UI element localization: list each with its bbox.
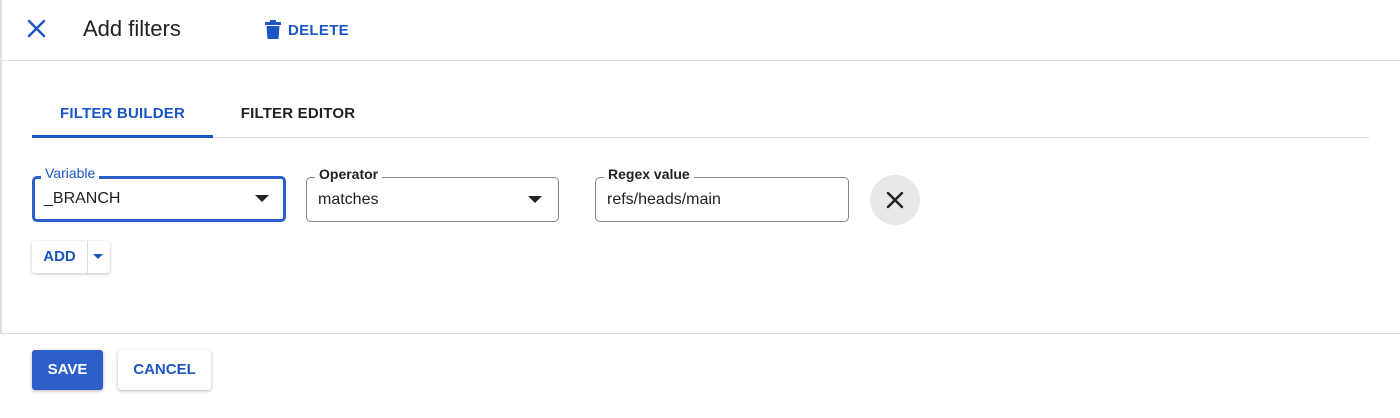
dialog-header: Add filters DELETE (0, 0, 1400, 61)
regex-value-input[interactable]: Regex value refs/heads/main (595, 166, 849, 222)
page-title: Add filters (83, 16, 181, 41)
tab-bar: FILTER BUILDER FILTER EDITOR (32, 92, 1369, 138)
tab-filter-builder[interactable]: FILTER BUILDER (32, 92, 213, 138)
variable-select[interactable]: Variable _BRANCH (32, 165, 286, 222)
remove-filter-button[interactable] (870, 175, 920, 225)
operator-value: matches (318, 191, 379, 208)
chevron-down-icon (528, 196, 542, 203)
delete-button[interactable]: DELETE (264, 18, 349, 42)
regex-value-label: Regex value (604, 166, 694, 182)
chevron-down-icon (255, 195, 269, 202)
delete-label: DELETE (288, 21, 349, 39)
operator-select[interactable]: Operator matches (306, 166, 559, 222)
operator-label: Operator (315, 166, 383, 182)
add-button[interactable]: ADD (32, 241, 87, 273)
dialog-footer: SAVE CANCEL (0, 333, 1400, 418)
close-icon (27, 19, 46, 38)
tab-filter-editor[interactable]: FILTER EDITOR (228, 92, 368, 138)
add-split-button: ADD (32, 241, 110, 273)
chevron-down-icon (93, 254, 103, 259)
variable-value: _BRANCH (44, 190, 121, 207)
variable-label: Variable (41, 165, 100, 181)
close-icon (886, 191, 904, 209)
trash-icon (265, 20, 281, 39)
regex-value-text: refs/heads/main (607, 191, 721, 208)
cancel-button[interactable]: CANCEL (118, 350, 211, 390)
add-dropdown-button[interactable] (88, 241, 110, 273)
save-button[interactable]: SAVE (32, 350, 103, 390)
close-button[interactable] (22, 14, 52, 44)
